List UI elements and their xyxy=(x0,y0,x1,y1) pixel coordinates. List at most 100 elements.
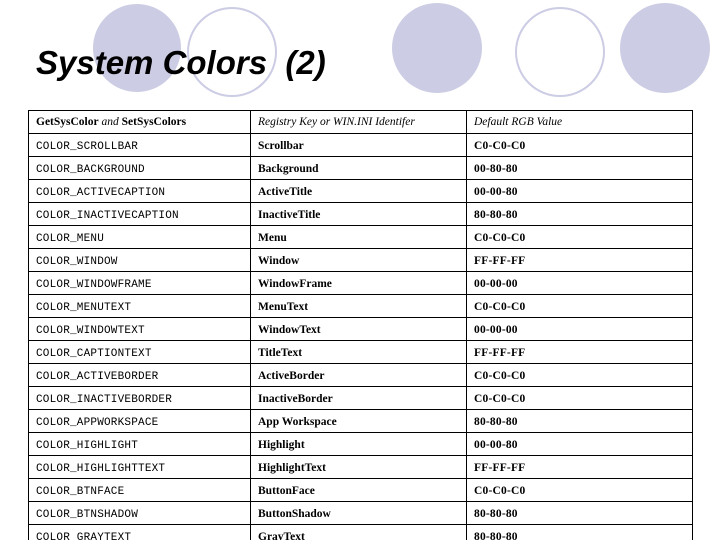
cell-color-constant-text: COLOR_WINDOWFRAME xyxy=(36,279,152,291)
cell-registry-key: WindowText xyxy=(250,317,467,341)
cell-color-constant: COLOR_INACTIVECAPTION xyxy=(28,202,251,226)
system-colors-table-container: GetSysColor and SetSysColors Registry Ke… xyxy=(28,110,693,540)
table-row: COLOR_MENUTEXT MenuText C0-C0-C0 xyxy=(28,294,693,318)
cell-default-rgb: C0-C0-C0 xyxy=(466,478,693,502)
cell-registry-key-text: WindowFrame xyxy=(258,278,332,290)
page-title: System Colors (2) xyxy=(36,44,326,81)
cell-default-rgb: C0-C0-C0 xyxy=(466,133,693,157)
cell-color-constant: COLOR_ACTIVEBORDER xyxy=(28,363,251,387)
cell-color-constant-text: COLOR_BTNFACE xyxy=(36,486,125,498)
cell-registry-key: TitleText xyxy=(250,340,467,364)
cell-registry-key-text: Scrollbar xyxy=(258,140,304,152)
cell-color-constant-text: COLOR_APPWORKSPACE xyxy=(36,417,159,429)
cell-default-rgb-text: 00-00-00 xyxy=(474,324,518,336)
cell-default-rgb-text: 80-80-80 xyxy=(474,416,518,428)
cell-default-rgb: 00-80-80 xyxy=(466,156,693,180)
cell-registry-key: InactiveTitle xyxy=(250,202,467,226)
cell-default-rgb-text: C0-C0-C0 xyxy=(474,140,526,152)
header-getsyscolor: GetSysColor xyxy=(36,116,99,128)
cell-default-rgb: C0-C0-C0 xyxy=(466,363,693,387)
table-row: COLOR_INACTIVEBORDER InactiveBorder C0-C0-… xyxy=(28,386,693,410)
cell-color-constant-text: COLOR_WINDOWTEXT xyxy=(36,325,145,337)
table-row: COLOR_APPWORKSPACE App Workspace 80-80-80 xyxy=(28,409,693,433)
cell-registry-key: WindowFrame xyxy=(250,271,467,295)
cell-color-constant-text: COLOR_INACTIVECAPTION xyxy=(36,210,179,222)
circle-5-shape xyxy=(620,3,710,93)
cell-registry-key: GrayText xyxy=(250,524,467,540)
table-row: COLOR_BACKGROUND Background 00-80-80 xyxy=(28,156,693,180)
cell-registry-key-text: GrayText xyxy=(258,531,305,540)
cell-color-constant-text: COLOR_HIGHLIGHTTEXT xyxy=(36,463,166,475)
cell-color-constant-text: COLOR_GRAYTEXT xyxy=(36,532,132,540)
header-cell-api: GetSysColor and SetSysColors xyxy=(28,110,251,134)
cell-color-constant-text: COLOR_WINDOW xyxy=(36,256,118,268)
cell-default-rgb: FF-FF-FF xyxy=(466,340,693,364)
table-row: COLOR_MENU Menu C0-C0-C0 xyxy=(28,225,693,249)
cell-color-constant: COLOR_SCROLLBAR xyxy=(28,133,251,157)
cell-color-constant: COLOR_ACTIVECAPTION xyxy=(28,179,251,203)
cell-color-constant: COLOR_GRAYTEXT xyxy=(28,524,251,540)
cell-color-constant: COLOR_BTNFACE xyxy=(28,478,251,502)
cell-default-rgb: FF-FF-FF xyxy=(466,455,693,479)
cell-color-constant: COLOR_MENUTEXT xyxy=(28,294,251,318)
cell-color-constant: COLOR_BTNSHADOW xyxy=(28,501,251,525)
system-colors-table: GetSysColor and SetSysColors Registry Ke… xyxy=(28,110,693,540)
cell-registry-key: HighlightText xyxy=(250,455,467,479)
cell-default-rgb-text: 80-80-80 xyxy=(474,508,518,520)
cell-default-rgb: 00-00-80 xyxy=(466,179,693,203)
table-row: COLOR_WINDOW Window FF-FF-FF xyxy=(28,248,693,272)
cell-default-rgb-text: C0-C0-C0 xyxy=(474,370,526,382)
cell-registry-key-text: InactiveTitle xyxy=(258,209,321,221)
cell-registry-key-text: ActiveBorder xyxy=(258,370,325,382)
cell-color-constant-text: COLOR_CAPTIONTEXT xyxy=(36,348,152,360)
table-row: COLOR_INACTIVECAPTION InactiveTitle 80-80-… xyxy=(28,202,693,226)
cell-registry-key: Scrollbar xyxy=(250,133,467,157)
cell-color-constant-text: COLOR_ACTIVECAPTION xyxy=(36,187,166,199)
table-body: GetSysColor and SetSysColors Registry Ke… xyxy=(28,110,693,540)
cell-default-rgb: C0-C0-C0 xyxy=(466,294,693,318)
cell-registry-key-text: Window xyxy=(258,255,300,267)
cell-default-rgb: 00-00-00 xyxy=(466,317,693,341)
header-cell-rgb: Default RGB Value xyxy=(466,110,693,134)
cell-color-constant: COLOR_CAPTIONTEXT xyxy=(28,340,251,364)
cell-default-rgb-text: FF-FF-FF xyxy=(474,462,526,474)
cell-default-rgb: 80-80-80 xyxy=(466,202,693,226)
cell-color-constant: COLOR_APPWORKSPACE xyxy=(28,409,251,433)
cell-registry-key-text: TitleText xyxy=(258,347,303,359)
cell-registry-key: ButtonFace xyxy=(250,478,467,502)
cell-default-rgb: C0-C0-C0 xyxy=(466,225,693,249)
cell-registry-key-text: ActiveTitle xyxy=(258,186,313,198)
table-row: COLOR_WINDOWTEXT WindowText 00-00-00 xyxy=(28,317,693,341)
table-row: COLOR_HIGHLIGHT Highlight 00-00-80 xyxy=(28,432,693,456)
cell-color-constant-text: COLOR_ACTIVEBORDER xyxy=(36,371,159,383)
header-registry-key-label: Registry Key or WIN.INI Identifer xyxy=(258,116,415,128)
cell-registry-key: ButtonShadow xyxy=(250,501,467,525)
cell-default-rgb-text: 00-80-80 xyxy=(474,163,518,175)
cell-default-rgb-text: 00-00-80 xyxy=(474,186,518,198)
cell-registry-key-text: App Workspace xyxy=(258,416,337,428)
table-row: COLOR_GRAYTEXT GrayText 80-80-80 xyxy=(28,524,693,540)
cell-default-rgb: FF-FF-FF xyxy=(466,248,693,272)
cell-registry-key-text: InactiveBorder xyxy=(258,393,333,405)
cell-registry-key: Background xyxy=(250,156,467,180)
table-row: COLOR_BTNFACE ButtonFace C0-C0-C0 xyxy=(28,478,693,502)
cell-registry-key-text: HighlightText xyxy=(258,462,326,474)
cell-registry-key-text: MenuText xyxy=(258,301,309,313)
cell-default-rgb: 00-00-00 xyxy=(466,271,693,295)
table-row: COLOR_CAPTIONTEXT TitleText FF-FF-FF xyxy=(28,340,693,364)
cell-registry-key: App Workspace xyxy=(250,409,467,433)
cell-color-constant-text: COLOR_SCROLLBAR xyxy=(36,141,139,153)
cell-registry-key-text: Background xyxy=(258,163,319,175)
table-row: COLOR_ACTIVEBORDER ActiveBorder C0-C0-C0 xyxy=(28,363,693,387)
cell-color-constant: COLOR_HIGHLIGHTTEXT xyxy=(28,455,251,479)
cell-default-rgb-text: 00-00-80 xyxy=(474,439,518,451)
cell-default-rgb: 80-80-80 xyxy=(466,501,693,525)
cell-default-rgb: C0-C0-C0 xyxy=(466,386,693,410)
cell-registry-key-text: WindowText xyxy=(258,324,321,336)
cell-registry-key: Menu xyxy=(250,225,467,249)
cell-default-rgb-text: FF-FF-FF xyxy=(474,347,526,359)
cell-color-constant-text: COLOR_MENU xyxy=(36,233,105,245)
cell-registry-key-text: Highlight xyxy=(258,439,305,451)
cell-registry-key: MenuText xyxy=(250,294,467,318)
cell-registry-key: InactiveBorder xyxy=(250,386,467,410)
